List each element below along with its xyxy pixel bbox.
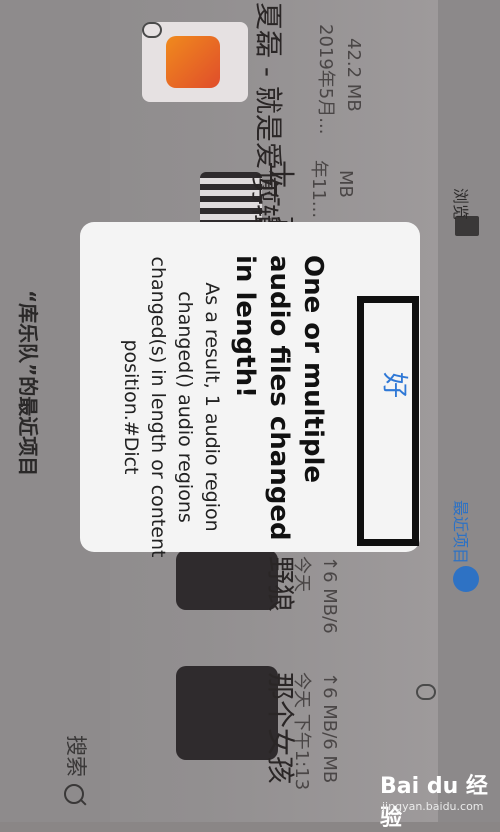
watermark-url: jingyan.baidu.com xyxy=(382,800,484,813)
item-date: 今天 xyxy=(291,556,312,592)
dialog-title: One or multiple audio files changed in l… xyxy=(230,255,328,541)
item-size: MB xyxy=(335,170,356,198)
ok-button-label[interactable]: 好 xyxy=(378,372,415,398)
bottom-tab-bar xyxy=(438,0,500,822)
cloud-download-icon[interactable] xyxy=(142,22,162,38)
item-size: ↑6 MB/6 xyxy=(319,556,340,634)
guitar-app-icon xyxy=(166,36,220,88)
item-size: 42.2 MB xyxy=(343,38,364,112)
page-title: “库乐队”的最近项目 xyxy=(16,290,40,477)
search-icon[interactable] xyxy=(64,784,84,804)
cloud-download-icon[interactable] xyxy=(416,684,436,700)
tab-browse[interactable]: 浏览 xyxy=(450,188,474,220)
dialog-message: As a result, 1 audio region changed() au… xyxy=(120,256,223,558)
search-input[interactable]: 搜索 xyxy=(62,735,92,777)
tab-recent[interactable]: 最近项目 xyxy=(450,500,474,564)
clock-icon[interactable] xyxy=(453,566,479,592)
ok-button[interactable] xyxy=(357,296,419,546)
item-size: ↑6 MB/6 MB xyxy=(319,672,340,784)
item-date: 2019年5月... xyxy=(315,24,336,135)
item-date: 年11... xyxy=(308,160,329,219)
item-date: 今天 下午1:13 xyxy=(291,672,312,791)
